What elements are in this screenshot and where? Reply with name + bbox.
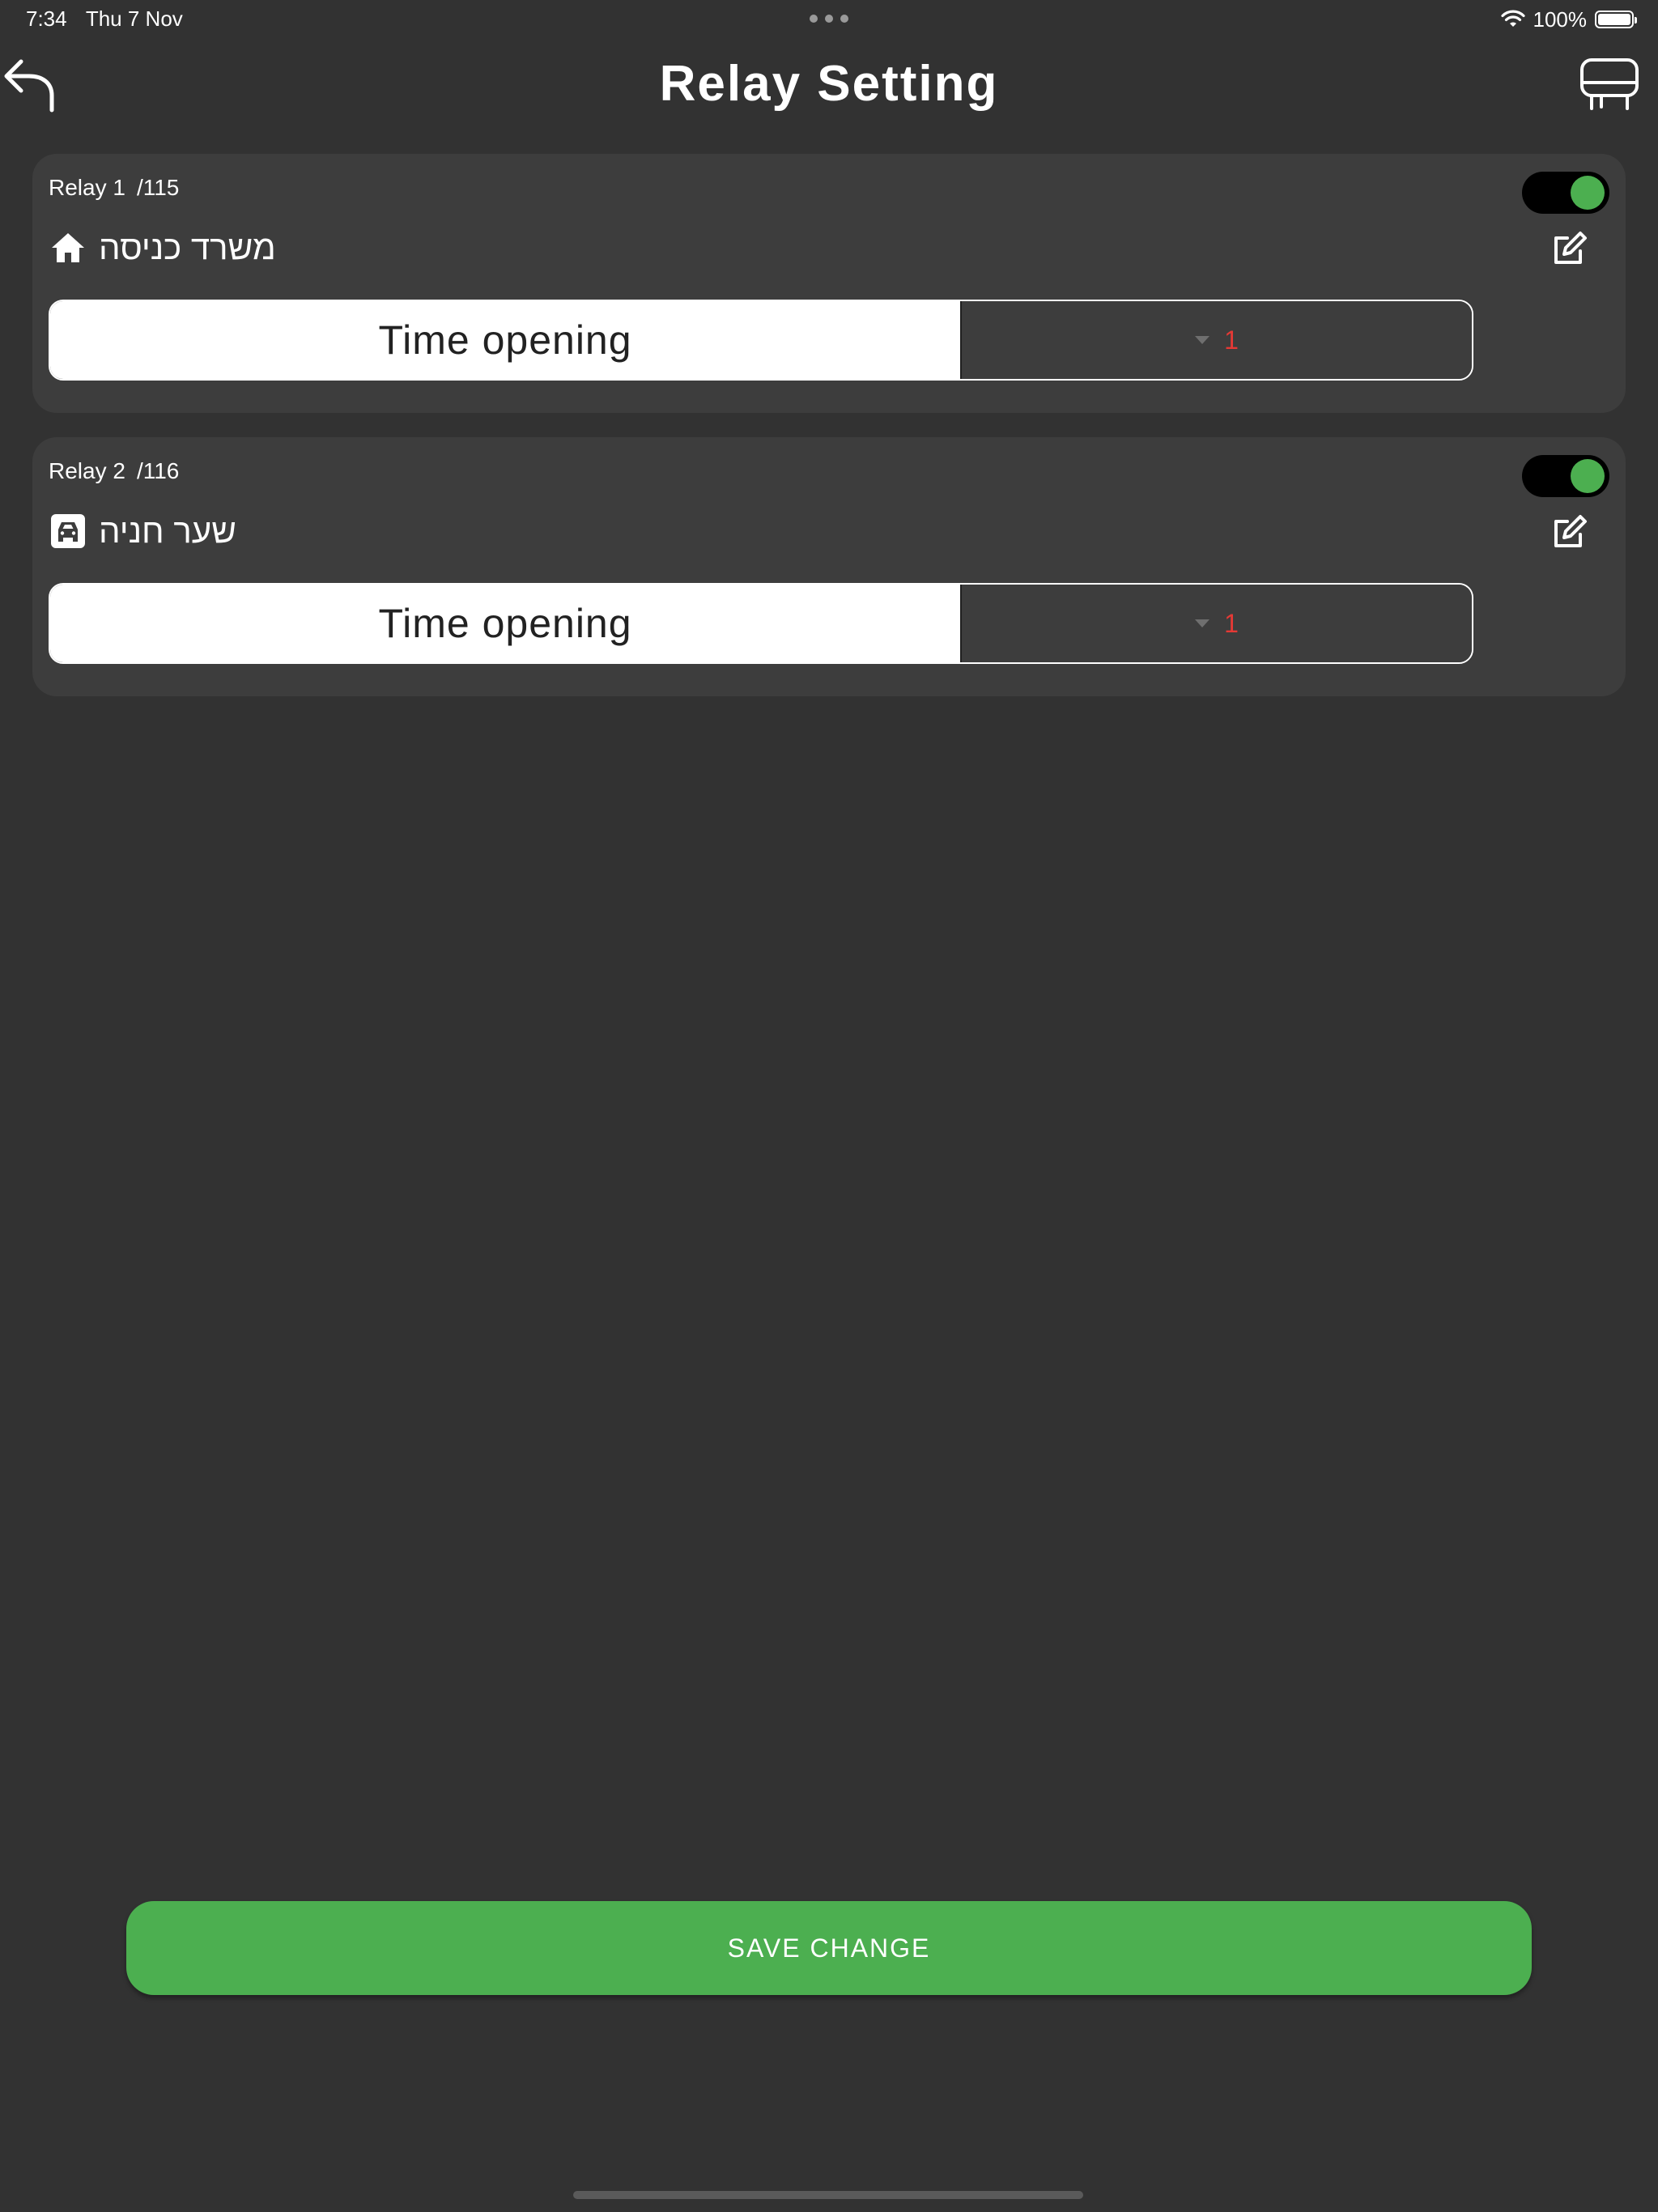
edit-relay-button[interactable] [1551, 230, 1588, 267]
relay-card-1: Relay 1/115 משרד כניסה Time opening 1 [32, 154, 1626, 413]
home-indicator[interactable] [573, 2191, 1083, 2199]
battery-icon [1595, 11, 1637, 28]
time-opening-value: 1 [1224, 325, 1239, 355]
time-opening-select[interactable]: 1 [960, 301, 1472, 379]
relay-enabled-toggle[interactable] [1522, 455, 1609, 497]
relay-name-row: משרד כניסה [49, 223, 276, 272]
edit-relay-button[interactable] [1551, 513, 1588, 551]
save-change-button[interactable]: SAVE CHANGE [126, 1901, 1532, 1995]
relay-label: Relay 2 [49, 458, 125, 483]
relay-enabled-toggle[interactable] [1522, 172, 1609, 214]
device-icon [1580, 58, 1639, 110]
relay-number: /115 [136, 175, 180, 200]
caret-down-icon [1195, 336, 1210, 344]
status-time-date: 7:34 Thu 7 Nov [26, 6, 183, 32]
relay-card-2: Relay 2/116 שער חניה Time opening 1 [32, 437, 1626, 696]
device-button[interactable] [1577, 57, 1642, 113]
car-icon [49, 512, 87, 551]
time-opening-row: Time opening 1 [49, 300, 1473, 381]
relay-name-row: שער חניה [49, 507, 236, 555]
time-opening-row: Time opening 1 [49, 583, 1473, 664]
wifi-icon [1500, 10, 1525, 27]
edit-icon [1554, 515, 1587, 547]
edit-icon [1554, 232, 1587, 264]
status-indicators: 100% [1500, 6, 1637, 32]
relay-name: שער חניה [99, 512, 236, 550]
status-date: Thu 7 Nov [85, 6, 183, 31]
status-time: 7:34 [26, 6, 67, 31]
time-opening-label: Time opening [50, 301, 960, 379]
time-opening-label: Time opening [50, 585, 960, 662]
toggle-knob [1571, 459, 1605, 493]
caret-down-icon [1195, 619, 1210, 627]
time-opening-value: 1 [1224, 608, 1239, 638]
battery-percent: 100% [1533, 6, 1588, 32]
home-icon [49, 228, 87, 267]
time-opening-select[interactable]: 1 [960, 585, 1472, 662]
relay-label: Relay 1 [49, 175, 125, 200]
page-title: Relay Setting [659, 56, 999, 112]
relay-header: Relay 2/116 [49, 458, 184, 484]
relay-number: /116 [136, 458, 180, 483]
relay-header: Relay 1/115 [49, 175, 184, 201]
toggle-knob [1571, 176, 1605, 210]
relay-name: משרד כניסה [99, 228, 276, 266]
status-bar: 7:34 Thu 7 Nov 100% [0, 0, 1658, 39]
multitasking-dots-icon[interactable] [810, 15, 848, 24]
